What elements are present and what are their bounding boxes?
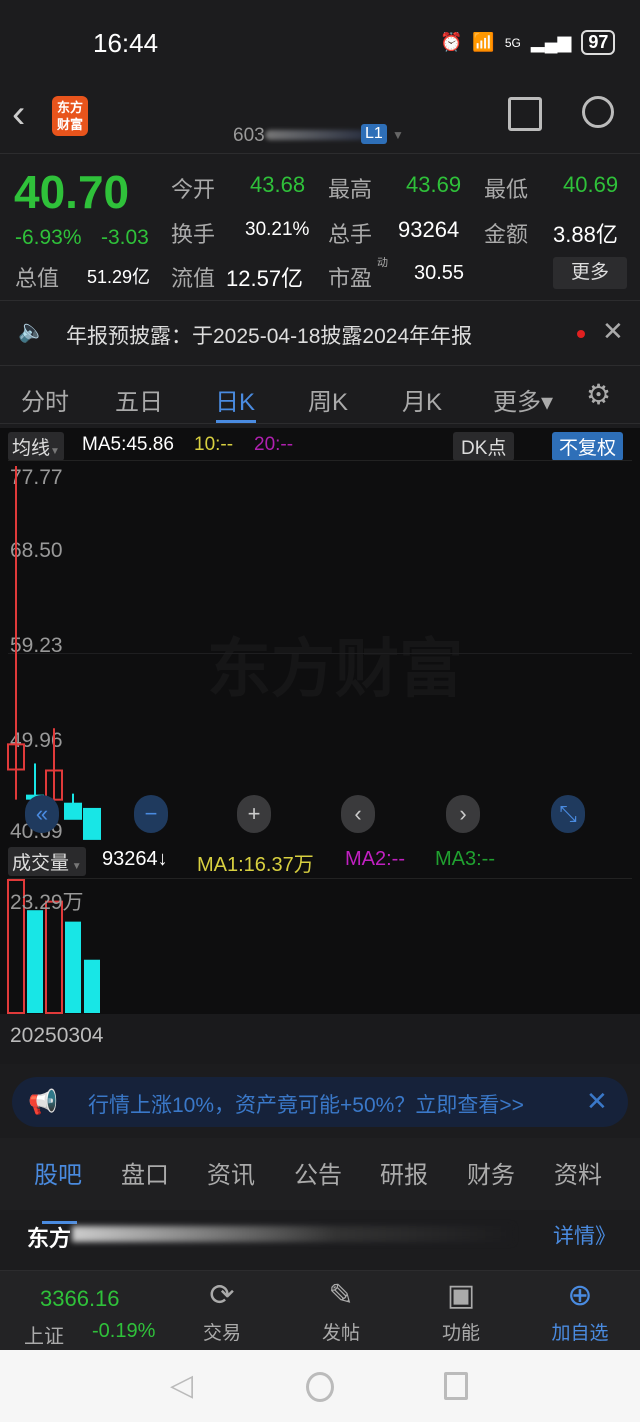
- vol-ma2: MA2:--: [345, 848, 405, 870]
- nav-home-icon[interactable]: [306, 1372, 334, 1402]
- volume-bar: [27, 910, 43, 1013]
- volume-max-label: 23.29万: [10, 891, 84, 914]
- volume-bar: [84, 959, 100, 1013]
- index-value[interactable]: 3366.16: [40, 1286, 120, 1312]
- volume-bar: [65, 921, 81, 1013]
- forum-title[interactable]: 东方: [27, 1221, 71, 1253]
- scroll-start-button[interactable]: «: [25, 795, 59, 833]
- index-change: -0.19%: [92, 1320, 156, 1342]
- scroll-left-button[interactable]: ‹: [341, 795, 375, 833]
- trade-button[interactable]: ⟳ 交易: [177, 1278, 267, 1345]
- tab-financials[interactable]: 财务: [467, 1155, 515, 1190]
- nav-recents-icon[interactable]: [444, 1372, 468, 1400]
- scroll-right-button[interactable]: ›: [446, 795, 480, 833]
- promo-text[interactable]: 行情上涨10%，资产竟可能+50%？立即查看>>: [88, 1089, 524, 1119]
- post-button[interactable]: ✎ 发帖: [296, 1278, 386, 1345]
- edit-icon: ✎: [328, 1279, 354, 1312]
- candle-body: [83, 807, 101, 840]
- add-watchlist-button[interactable]: ⊕ 加自选: [535, 1278, 625, 1345]
- zoom-in-button[interactable]: +: [237, 795, 271, 833]
- grid-icon: ▣: [446, 1279, 476, 1312]
- tab-announcements[interactable]: 公告: [294, 1155, 342, 1190]
- tab-news[interactable]: 资讯: [207, 1155, 255, 1190]
- megaphone-icon: 📢: [28, 1089, 58, 1116]
- tab-orderbook[interactable]: 盘口: [121, 1155, 169, 1190]
- fullscreen-button[interactable]: ⤡: [551, 795, 585, 833]
- tab-forum[interactable]: 股吧: [34, 1155, 82, 1190]
- yuan-exchange-icon: ⟳: [209, 1279, 235, 1312]
- system-nav-bar: ◁: [0, 1350, 640, 1422]
- zoom-out-button[interactable]: −: [134, 795, 168, 833]
- banner-close-icon[interactable]: ✕: [586, 1086, 608, 1117]
- volume-bar: [45, 900, 63, 1014]
- tab-research[interactable]: 研报: [380, 1155, 428, 1190]
- tab-profile[interactable]: 资料: [554, 1155, 602, 1190]
- vol-ma1: MA1:16.37万: [197, 854, 314, 876]
- candles-svg: [7, 466, 101, 1014]
- volume-indicator-select[interactable]: 成交量 ▼: [8, 847, 86, 876]
- candle-body: [64, 802, 82, 820]
- volume-current: 93264↓: [102, 848, 168, 870]
- index-name[interactable]: 上证: [24, 1320, 64, 1349]
- vol-ma3: MA3:--: [435, 848, 495, 870]
- functions-button[interactable]: ▣ 功能: [416, 1278, 506, 1345]
- nav-back-icon[interactable]: ◁: [170, 1368, 193, 1403]
- plus-circle-icon: ⊕: [567, 1279, 593, 1312]
- redacted-text: [72, 1226, 512, 1242]
- details-link[interactable]: 详情》: [553, 1220, 616, 1250]
- x-date-label: 20250304: [10, 1024, 104, 1047]
